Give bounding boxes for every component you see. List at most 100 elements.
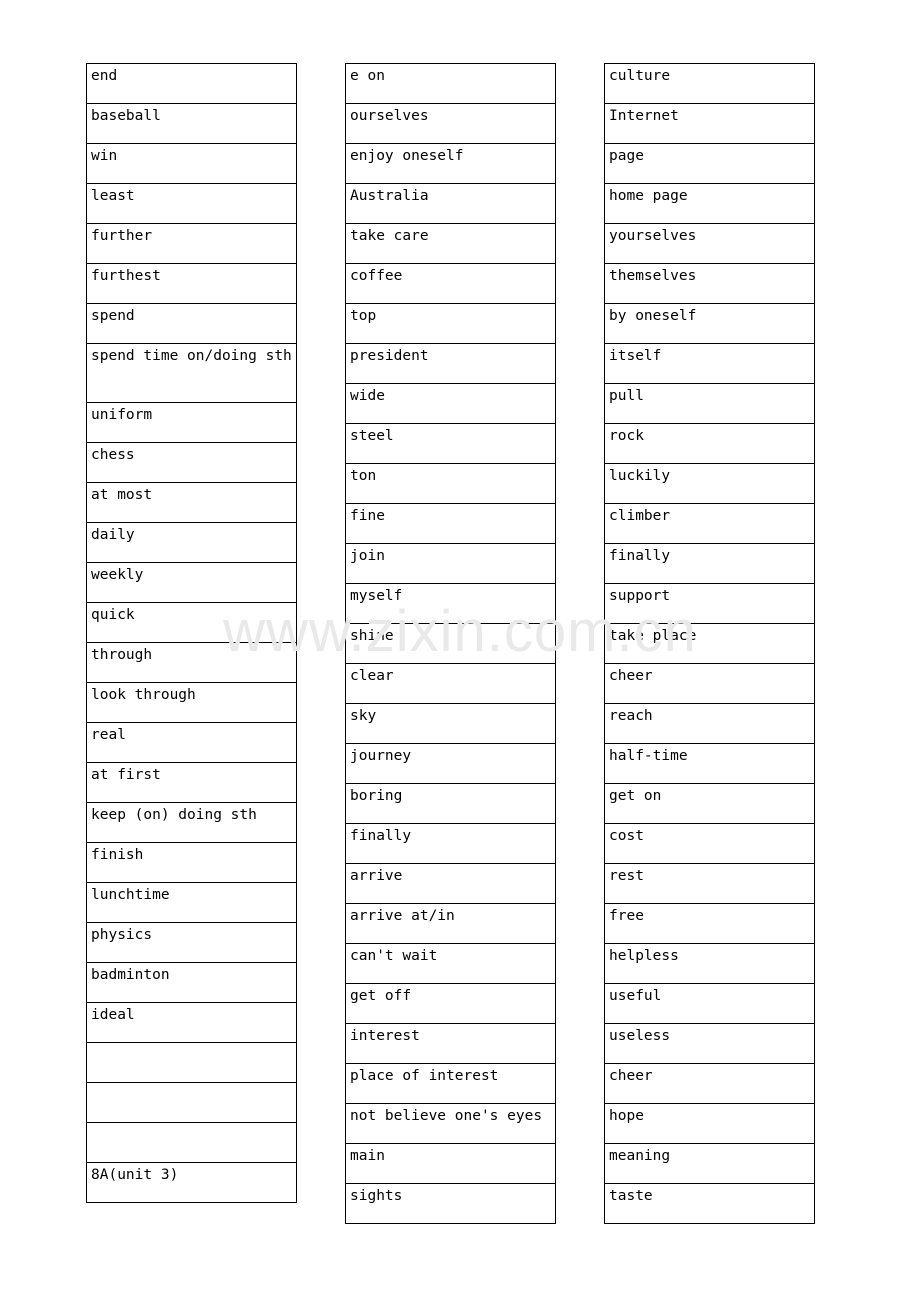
table-row: e on xyxy=(345,63,556,104)
vocabulary-cell: half-time xyxy=(604,743,815,784)
vocabulary-cell: luckily xyxy=(604,463,815,504)
vocabulary-cell: steel xyxy=(345,423,556,464)
vocabulary-cell: weekly xyxy=(86,562,297,603)
vocabulary-cell-empty xyxy=(86,1042,297,1083)
vocabulary-cell: helpless xyxy=(604,943,815,984)
vocabulary-cell: spend xyxy=(86,303,297,344)
table-row: arrive at/in xyxy=(345,903,556,944)
table-row: journey xyxy=(345,743,556,784)
vocabulary-cell: get on xyxy=(604,783,815,824)
table-row: get on xyxy=(604,783,815,824)
table-row: through xyxy=(86,642,297,683)
table-row: main xyxy=(345,1143,556,1184)
vocabulary-cell: through xyxy=(86,642,297,683)
vocabulary-cell: wide xyxy=(345,383,556,424)
vocabulary-cell: lunchtime xyxy=(86,882,297,923)
table-row: climber xyxy=(604,503,815,544)
table-row: cheer xyxy=(604,663,815,704)
table-body-column-2: e on ourselves enjoy oneself Australia take … xyxy=(345,63,556,1224)
vocabulary-cell: arrive at/in xyxy=(345,903,556,944)
vocabulary-cell: ourselves xyxy=(345,103,556,144)
vocabulary-cell: yourselves xyxy=(604,223,815,264)
vocabulary-cell: meaning xyxy=(604,1143,815,1184)
vocabulary-cell: sky xyxy=(345,703,556,744)
vocabulary-cell: least xyxy=(86,183,297,224)
table-row: pull xyxy=(604,383,815,424)
table-row: steel xyxy=(345,423,556,464)
table-row: luckily xyxy=(604,463,815,504)
table-row: clear xyxy=(345,663,556,704)
table-row: least xyxy=(86,183,297,224)
vocabulary-cell: by oneself xyxy=(604,303,815,344)
vocabulary-cell: baseball xyxy=(86,103,297,144)
table-row: spend time on/doing sth xyxy=(86,343,297,403)
vocabulary-cell: 8A(unit 3) xyxy=(86,1162,297,1203)
table-row xyxy=(86,1042,297,1083)
table-row: win xyxy=(86,143,297,184)
vocabulary-cell: at first xyxy=(86,762,297,803)
vocabulary-cell: support xyxy=(604,583,815,624)
vocabulary-cell: clear xyxy=(345,663,556,704)
table-row: fine xyxy=(345,503,556,544)
vocabulary-cell-empty xyxy=(86,1082,297,1123)
table-row: useful xyxy=(604,983,815,1024)
table-row: arrive xyxy=(345,863,556,904)
table-row xyxy=(86,1122,297,1163)
vocabulary-cell: president xyxy=(345,343,556,384)
table-row: badminton xyxy=(86,962,297,1003)
table-body-column-1: end baseball win least further furthest spend s… xyxy=(86,63,297,1203)
vocabulary-cell: itself xyxy=(604,343,815,384)
vocabulary-cell: ton xyxy=(345,463,556,504)
table-row: yourselves xyxy=(604,223,815,264)
table-row: rest xyxy=(604,863,815,904)
table-row: themselves xyxy=(604,263,815,304)
vocabulary-cell: cheer xyxy=(604,1063,815,1104)
vocabulary-cell: taste xyxy=(604,1183,815,1224)
vocabulary-cell: further xyxy=(86,223,297,264)
vocabulary-cell: page xyxy=(604,143,815,184)
table-row: finally xyxy=(345,823,556,864)
table-row: ideal xyxy=(86,1002,297,1043)
table-row: president xyxy=(345,343,556,384)
table-row: culture xyxy=(604,63,815,104)
table-row: place of interest xyxy=(345,1063,556,1104)
vocabulary-table-column-2: e on ourselves enjoy oneself Australia take … xyxy=(345,63,556,1224)
vocabulary-cell: chess xyxy=(86,442,297,483)
vocabulary-cell: main xyxy=(345,1143,556,1184)
document-page: www.zixin.com.cn end baseball win least furt… xyxy=(0,0,920,1302)
table-row: ton xyxy=(345,463,556,504)
table-row: keep (on) doing sth xyxy=(86,802,297,843)
table-row: baseball xyxy=(86,103,297,144)
vocabulary-cell: physics xyxy=(86,922,297,963)
vocabulary-cell: uniform xyxy=(86,402,297,443)
table-row: sky xyxy=(345,703,556,744)
table-row: useless xyxy=(604,1023,815,1064)
table-row: coffee xyxy=(345,263,556,304)
table-row: by oneself xyxy=(604,303,815,344)
table-row: helpless xyxy=(604,943,815,984)
table-row: reach xyxy=(604,703,815,744)
table-row: uniform xyxy=(86,402,297,443)
table-row: wide xyxy=(345,383,556,424)
table-row: shine xyxy=(345,623,556,664)
table-row: rock xyxy=(604,423,815,464)
vocabulary-cell: culture xyxy=(604,63,815,104)
vocabulary-cell: myself xyxy=(345,583,556,624)
table-row: end xyxy=(86,63,297,104)
vocabulary-cell: Australia xyxy=(345,183,556,224)
table-row: further xyxy=(86,223,297,264)
table-body-column-3: culture Internet page home page yourselves th… xyxy=(604,63,815,1224)
table-row: at most xyxy=(86,482,297,523)
table-row: look through xyxy=(86,682,297,723)
vocabulary-cell: boring xyxy=(345,783,556,824)
table-row: take care xyxy=(345,223,556,264)
table-row: free xyxy=(604,903,815,944)
vocabulary-cell: look through xyxy=(86,682,297,723)
vocabulary-cell: daily xyxy=(86,522,297,563)
vocabulary-cell: hope xyxy=(604,1103,815,1144)
vocabulary-cell: badminton xyxy=(86,962,297,1003)
vocabulary-columns: end baseball win least further furthest spend s… xyxy=(0,0,920,1302)
table-row: cost xyxy=(604,823,815,864)
vocabulary-cell: reach xyxy=(604,703,815,744)
table-row: top xyxy=(345,303,556,344)
